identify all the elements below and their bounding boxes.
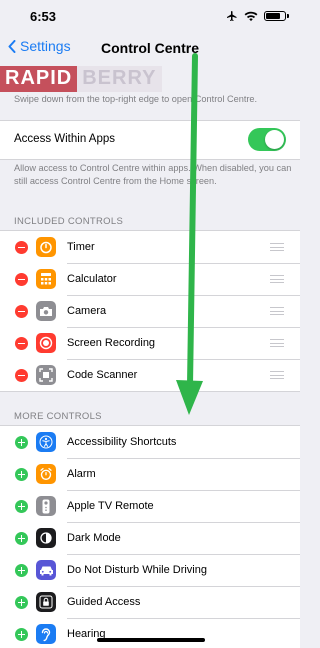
- more-row: Apple TV Remote: [0, 490, 300, 522]
- accessibility-icon: [36, 432, 56, 452]
- access-toggle[interactable]: [248, 128, 286, 151]
- reorder-handle[interactable]: [270, 243, 284, 251]
- row-label: Screen Recording: [67, 337, 156, 349]
- included-row: Calculator: [0, 263, 300, 295]
- dark-mode-icon: [36, 528, 56, 548]
- lock-icon: [36, 592, 56, 612]
- timer-icon: [36, 237, 56, 257]
- wifi-icon: [244, 11, 258, 21]
- more-row: Hearing: [0, 618, 300, 648]
- more-row: Alarm: [0, 458, 300, 490]
- status-time: 6:53: [30, 9, 57, 24]
- row-label: Calculator: [67, 273, 117, 285]
- reorder-handle[interactable]: [270, 275, 284, 283]
- included-header: INCLUDED CONTROLS: [14, 216, 124, 227]
- code-scanner-icon: [36, 365, 56, 385]
- access-row: Access Within Apps: [0, 121, 300, 159]
- row-label: Do Not Disturb While Driving: [67, 564, 207, 576]
- row-label: Camera: [67, 305, 107, 317]
- watermark-part1: RAPID: [0, 66, 78, 92]
- nav-bar: Settings Control Centre: [0, 32, 300, 62]
- screen-recording-icon: [36, 333, 56, 353]
- remove-button[interactable]: [15, 305, 28, 318]
- add-button[interactable]: [15, 628, 28, 641]
- access-note: Allow access to Control Centre within ap…: [14, 163, 292, 186]
- battery-icon: [264, 11, 289, 21]
- add-button[interactable]: [15, 468, 28, 481]
- row-label: Code Scanner: [67, 369, 138, 381]
- toggle-knob: [265, 130, 284, 149]
- remove-button[interactable]: [15, 369, 28, 382]
- add-button[interactable]: [15, 564, 28, 577]
- watermark-logo: RAPID BERRY: [0, 66, 162, 92]
- row-label: Accessibility Shortcuts: [67, 436, 177, 448]
- intro-text: Swipe down from the top-right edge to op…: [14, 94, 258, 104]
- row-label: Guided Access: [67, 596, 141, 608]
- add-button[interactable]: [15, 500, 28, 513]
- reorder-handle[interactable]: [270, 307, 284, 315]
- remove-button[interactable]: [15, 337, 28, 350]
- more-header: MORE CONTROLS: [14, 411, 102, 422]
- car-icon: [36, 560, 56, 580]
- home-indicator: [97, 638, 205, 642]
- row-label: Apple TV Remote: [67, 500, 154, 512]
- add-button[interactable]: [15, 596, 28, 609]
- row-label: Alarm: [67, 468, 96, 480]
- more-row: Accessibility Shortcuts: [0, 426, 300, 458]
- more-row: Guided Access: [0, 586, 300, 618]
- reorder-handle[interactable]: [270, 339, 284, 347]
- more-row: Do Not Disturb While Driving: [0, 554, 300, 586]
- remove-button[interactable]: [15, 241, 28, 254]
- included-list: Timer Calculator Camera Screen Recording: [0, 230, 300, 392]
- watermark-part2: BERRY: [77, 66, 162, 92]
- ear-icon: [36, 624, 56, 644]
- status-bar: 6:53: [0, 0, 300, 30]
- included-row: Code Scanner: [0, 359, 300, 391]
- more-row: Dark Mode: [0, 522, 300, 554]
- alarm-icon: [36, 464, 56, 484]
- access-label: Access Within Apps: [14, 133, 115, 145]
- more-list: Accessibility Shortcuts Alarm Apple TV R…: [0, 425, 300, 648]
- add-button[interactable]: [15, 532, 28, 545]
- remote-icon: [36, 496, 56, 516]
- status-icons: [226, 10, 289, 22]
- remove-button[interactable]: [15, 273, 28, 286]
- airplane-icon: [227, 11, 237, 21]
- row-label: Dark Mode: [67, 532, 121, 544]
- add-button[interactable]: [15, 436, 28, 449]
- included-row: Camera: [0, 295, 300, 327]
- calculator-icon: [36, 269, 56, 289]
- access-group: Access Within Apps: [0, 120, 300, 160]
- camera-icon: [36, 301, 56, 321]
- included-row: Timer: [0, 231, 300, 263]
- page-title: Control Centre: [101, 40, 199, 56]
- row-label: Timer: [67, 241, 95, 253]
- included-row: Screen Recording: [0, 327, 300, 359]
- reorder-handle[interactable]: [270, 371, 284, 379]
